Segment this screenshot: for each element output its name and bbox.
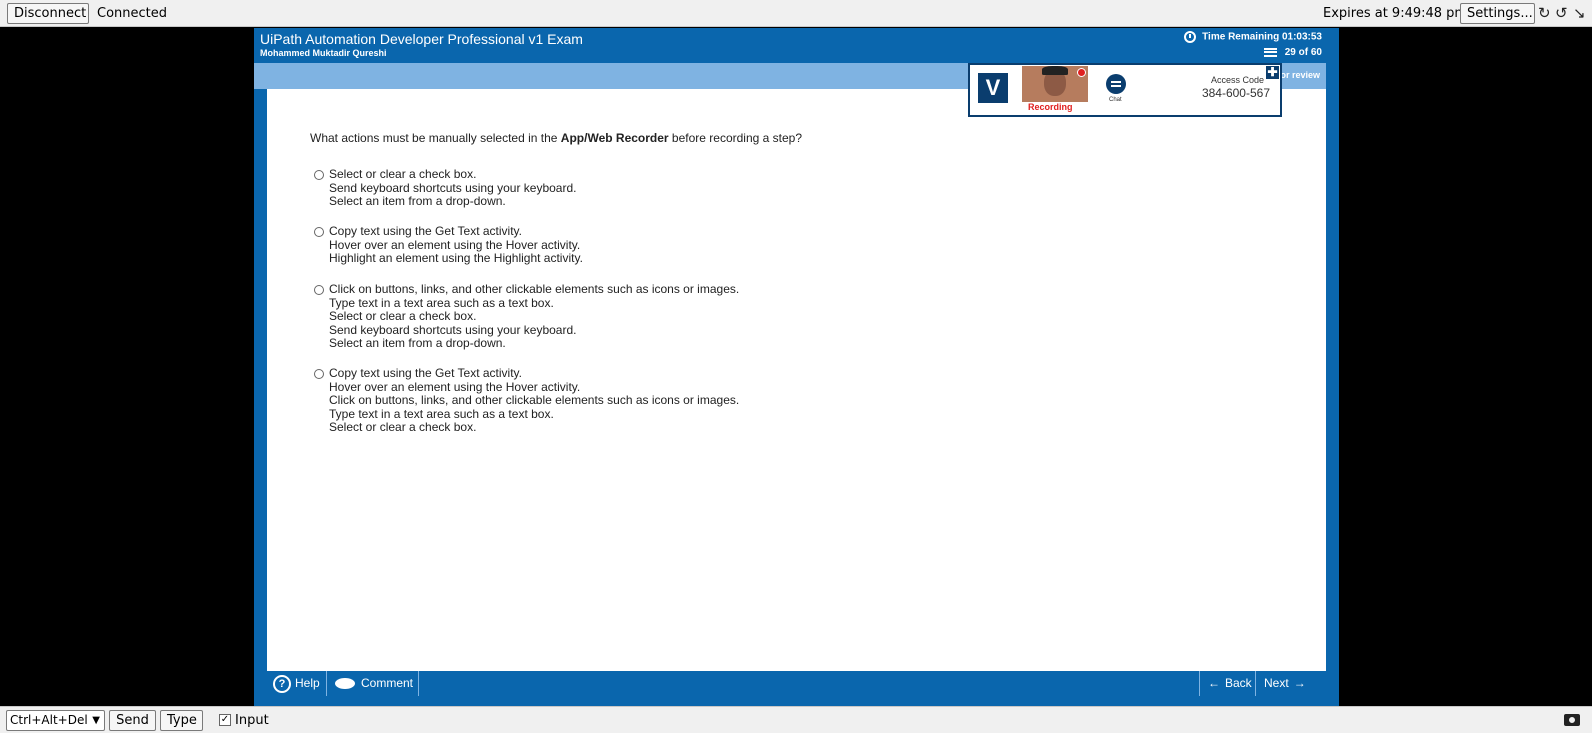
divider: [1199, 671, 1200, 696]
arrow-right-icon: →: [1293, 676, 1306, 690]
exam-title: UiPath Automation Developer Professional…: [260, 31, 583, 47]
access-code-label: Access Code: [1210, 75, 1264, 85]
recording-label: Recording: [1028, 102, 1073, 112]
chat-icon[interactable]: [1106, 74, 1126, 94]
input-checkbox[interactable]: ✓: [219, 714, 231, 726]
camera-icon[interactable]: [1564, 714, 1580, 726]
divider: [1255, 671, 1256, 696]
comment-button[interactable]: Comment: [329, 671, 419, 696]
session-expiry: Expires at 9:49:48 pm: [1323, 6, 1468, 21]
question-list-icon: [1263, 47, 1277, 57]
question-text: What actions must be manually selected i…: [310, 131, 803, 145]
remote-toolbar-bottom: Ctrl+Alt+Del ▼ Send Type ✓ Input: [0, 706, 1592, 733]
key-combo-select[interactable]: Ctrl+Alt+Del ▼: [6, 710, 105, 731]
chevron-down-icon: ▼: [92, 715, 100, 726]
webcam-preview: [1022, 66, 1088, 102]
help-icon: ?: [273, 674, 291, 693]
radio-button[interactable]: [314, 227, 324, 237]
move-icon[interactable]: ✚: [1266, 66, 1279, 79]
exam-header: UiPath Automation Developer Professional…: [254, 28, 1339, 63]
access-code-value: 384-600-567: [1201, 86, 1270, 100]
radio-button[interactable]: [314, 369, 324, 379]
proctor-widget: V Recording Chat Access Code 384-600-567…: [968, 63, 1282, 117]
exam-window: UiPath Automation Developer Professional…: [254, 28, 1339, 706]
clock-icon: [1184, 31, 1197, 43]
time-remaining: Time Remaining 01:03:53: [1184, 31, 1322, 43]
radio-button[interactable]: [314, 170, 324, 180]
question-counter[interactable]: 29 of 60: [1263, 47, 1322, 58]
back-button[interactable]: ← Back: [1202, 671, 1258, 696]
arrow-left-icon: ←: [1208, 676, 1220, 690]
chat-label: Chat: [1109, 97, 1122, 103]
candidate-name: Mohammed Muktadir Qureshi: [260, 48, 387, 58]
connection-status: Connected: [97, 6, 168, 21]
divider: [326, 671, 327, 696]
recording-indicator-icon: [1077, 68, 1086, 77]
disconnect-button[interactable]: Disconnect: [7, 3, 89, 24]
refresh-icon[interactable]: ↻: [1538, 4, 1551, 22]
exam-footer: ? Help Comment ← Back Next →: [267, 671, 1326, 696]
settings-button[interactable]: Settings...: [1460, 3, 1535, 24]
comment-icon: [335, 678, 355, 689]
collapse-icon[interactable]: ↘: [1573, 4, 1586, 22]
send-button[interactable]: Send: [109, 710, 156, 731]
next-button[interactable]: Next →: [1258, 671, 1312, 696]
rotate-icon[interactable]: ↺: [1555, 4, 1568, 22]
radio-button[interactable]: [314, 285, 324, 295]
divider: [418, 671, 419, 696]
help-button[interactable]: ? Help: [267, 671, 326, 696]
type-button[interactable]: Type: [160, 710, 203, 731]
proctor-logo: V: [978, 73, 1008, 103]
remote-toolbar-top: Disconnect Connected Expires at 9:49:48 …: [0, 0, 1592, 27]
question-panel: What actions must be manually selected i…: [267, 89, 1326, 681]
input-label: Input: [235, 713, 269, 728]
